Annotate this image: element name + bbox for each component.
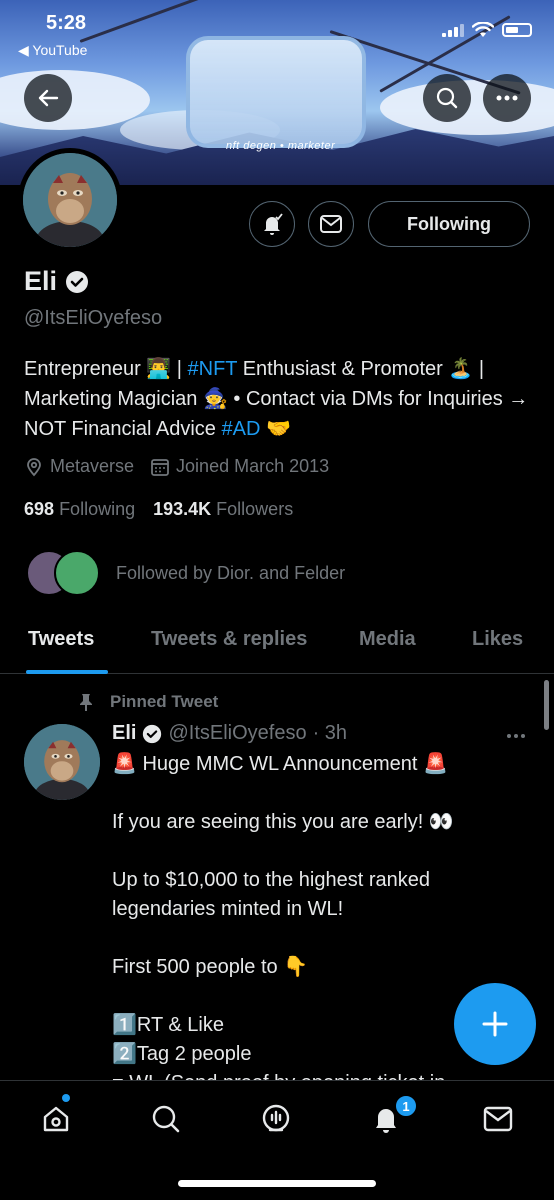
nav-messages[interactable] xyxy=(478,1099,518,1139)
home-unread-dot xyxy=(62,1094,70,1102)
tweet-more-button[interactable] xyxy=(506,722,526,745)
join-date: Joined March 2013 xyxy=(150,456,329,477)
followers-label: Followers xyxy=(216,499,294,519)
tweet-time[interactable]: · 3h xyxy=(313,722,347,745)
more-horizontal-icon xyxy=(507,734,525,738)
notification-badge: 1 xyxy=(394,1094,418,1118)
tab-media[interactable]: Media xyxy=(359,628,416,651)
back-button[interactable] xyxy=(24,74,72,122)
tweet-line: 🚨 Huge MMC WL Announcement 🚨 xyxy=(112,753,448,775)
wifi-icon xyxy=(472,22,494,37)
bell-check-icon xyxy=(264,213,283,235)
tab-tweets-and-replies[interactable]: Tweets & replies xyxy=(151,628,307,651)
search-icon xyxy=(436,87,458,109)
following-count-link[interactable]: 698 Following xyxy=(24,499,135,520)
tweet-header: Eli @ItsEliOyefeso · 3h xyxy=(112,722,347,745)
tweet-line: Up to $10,000 to the highest ranked lege… xyxy=(112,869,431,920)
verified-badge-icon xyxy=(66,270,89,293)
scrollbar[interactable] xyxy=(544,680,549,730)
more-options-button[interactable] xyxy=(483,74,531,122)
followed-by-row[interactable]: Followed by Dior. and Felder xyxy=(26,550,345,596)
envelope-icon xyxy=(483,1106,513,1132)
location: Metaverse xyxy=(24,456,134,477)
battery-icon xyxy=(502,23,532,37)
tweet-author-name[interactable]: Eli xyxy=(112,722,136,745)
bio-text: 🤝 xyxy=(260,418,291,440)
followers-count: 193.4K xyxy=(153,499,212,519)
following-count: 698 xyxy=(24,499,55,519)
tweet-line: First 500 people to 👇 xyxy=(112,956,309,978)
envelope-icon xyxy=(320,215,342,233)
profile-name-text: Eli xyxy=(24,266,58,296)
more-horizontal-icon xyxy=(496,95,518,101)
back-to-app-link[interactable]: ◀ YouTube xyxy=(18,42,87,59)
signal-icon xyxy=(442,23,464,37)
hashtag-ad-link[interactable]: #AD xyxy=(222,418,261,440)
tab-tweets[interactable]: Tweets xyxy=(28,628,94,651)
message-button[interactable] xyxy=(308,201,354,247)
home-indicator[interactable] xyxy=(178,1180,376,1187)
plus-icon xyxy=(482,1011,508,1037)
profile-avatar[interactable] xyxy=(18,148,122,252)
pin-icon xyxy=(80,694,92,711)
hashtag-nft-link[interactable]: #NFT xyxy=(188,358,238,380)
profile-bio: Entrepreneur 👨‍💻 | #NFT Enthusiast & Pro… xyxy=(24,354,534,444)
join-date-text: Joined March 2013 xyxy=(176,456,330,476)
pinned-tweet-label: Pinned Tweet xyxy=(76,692,218,712)
home-icon xyxy=(43,1106,69,1132)
nav-home[interactable] xyxy=(36,1099,76,1139)
bio-text: Entrepreneur 👨‍💻 | xyxy=(24,358,188,380)
notifications-toggle-button[interactable] xyxy=(249,201,295,247)
active-tab-indicator xyxy=(26,670,108,674)
tweet-line: If you are seeing this you are early! 👀 xyxy=(112,811,454,833)
profile-tabs: Tweets Tweets & replies Media Likes xyxy=(0,610,554,674)
followed-by-text: Followed by Dior. and Felder xyxy=(116,562,346,583)
follow-counts: 698 Following 193.4K Followers xyxy=(24,499,293,520)
tab-likes[interactable]: Likes xyxy=(472,628,523,651)
profile-name: Eli xyxy=(24,266,89,297)
profile-meta: Metaverse Joined March 2013 xyxy=(24,456,329,477)
ape-avatar-image xyxy=(24,724,100,800)
verified-badge-icon xyxy=(143,724,162,743)
search-icon xyxy=(152,1105,180,1133)
status-icons xyxy=(442,22,532,38)
ape-avatar-image xyxy=(23,153,117,247)
profile-handle: @ItsEliOyefeso xyxy=(24,307,163,329)
tweet-author-handle[interactable]: @ItsEliOyefeso xyxy=(168,722,306,745)
banner-logo-caption: nft degen • marketer xyxy=(226,140,336,152)
nav-search[interactable] xyxy=(146,1099,186,1139)
status-time: 5:28 xyxy=(46,12,87,34)
following-button[interactable]: Following xyxy=(368,201,530,247)
location-text: Metaverse xyxy=(50,456,135,476)
nav-spaces[interactable] xyxy=(256,1099,296,1139)
follower-avatar xyxy=(54,550,100,596)
arrow-left-icon xyxy=(38,89,59,107)
spaces-icon xyxy=(262,1104,290,1132)
tweet-author-avatar[interactable] xyxy=(24,724,100,800)
calendar-icon xyxy=(151,458,169,476)
pinned-tweet-text: Pinned Tweet xyxy=(110,692,219,711)
search-button[interactable] xyxy=(423,74,471,122)
following-label: Following xyxy=(59,499,136,519)
followers-count-link[interactable]: 193.4K Followers xyxy=(153,499,293,520)
status-bar: 5:28 ◀ YouTube xyxy=(0,0,554,60)
location-pin-icon xyxy=(27,457,41,476)
compose-tweet-button[interactable] xyxy=(454,983,536,1065)
